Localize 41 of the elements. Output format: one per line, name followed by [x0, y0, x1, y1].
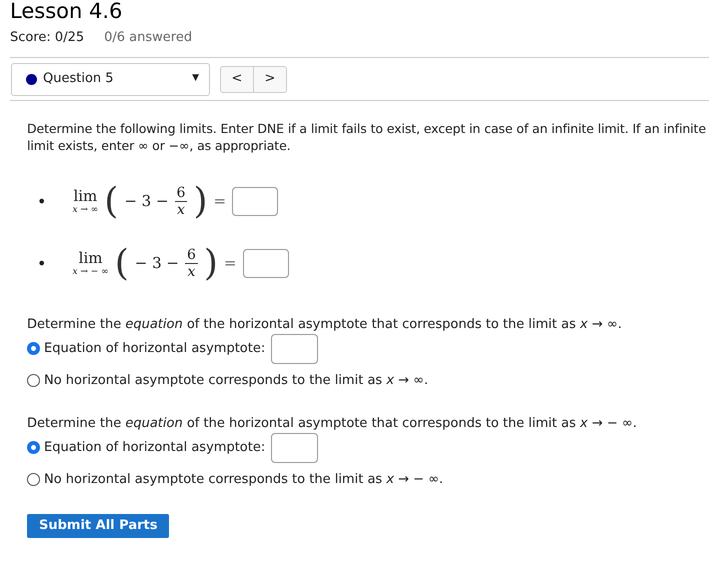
option-label: No horizontal asymptote corresponds to the limit as x → ∞. — [44, 372, 428, 388]
answered-count: 0/6 answered — [104, 29, 192, 47]
bullet: • — [37, 255, 46, 272]
lim-label: lim — [78, 250, 102, 266]
expression-text: − 3 − — [124, 193, 169, 210]
answer-field[interactable] — [271, 432, 318, 462]
submit-button[interactable]: Submit All Parts — [27, 514, 170, 538]
radio-button[interactable] — [27, 374, 40, 386]
equals-sign: = — [214, 193, 226, 210]
close-paren: ) — [204, 246, 218, 282]
option-label: Equation of horizontal asymptote: — [44, 439, 266, 456]
radio-button[interactable] — [27, 441, 40, 454]
expression-text: − 3 − — [134, 255, 179, 272]
radio-button[interactable] — [27, 342, 40, 355]
option-label: Equation of horizontal asymptote: — [44, 340, 266, 357]
option-label: No horizontal asymptote corresponds to the limit as x → − ∞. — [44, 470, 444, 488]
lim-subscript: x → ∞ — [72, 204, 98, 216]
lim-subscript: x → − ∞ — [72, 266, 109, 278]
open-paren: ( — [104, 184, 118, 220]
next-button[interactable]: > — [254, 66, 286, 92]
question-prompt: Determine the equation of the horizontal asymptote that corresponds to the limit as x → ∞. — [27, 316, 623, 332]
numerator: 6 — [174, 185, 188, 202]
denominator: x — [187, 264, 196, 280]
previous-button[interactable]: < — [221, 66, 254, 92]
answer-field[interactable] — [242, 249, 288, 278]
score-text: Score: 0/25 — [10, 29, 84, 47]
question-select[interactable]: Question 5 ▼ — [11, 62, 210, 96]
numerator: 6 — [184, 247, 198, 264]
question-prompt: Determine the equation of the horizontal asymptote that corresponds to the limit as x → − ∞. — [27, 414, 638, 432]
lim-label: lim — [73, 188, 98, 204]
denominator: x — [177, 202, 185, 218]
answer-field[interactable] — [271, 334, 318, 364]
lesson-title: Lesson 4.6 — [9, 0, 124, 22]
answer-field[interactable] — [232, 187, 278, 216]
open-paren: ( — [114, 246, 129, 282]
close-paren: ) — [193, 184, 208, 220]
equals-sign: = — [224, 255, 236, 272]
radio-button[interactable] — [27, 472, 40, 486]
bullet: • — [37, 193, 46, 210]
caret-icon: ▼ — [192, 72, 199, 86]
instructions-text: Determine the following limits. Enter DNE if a limit fails to exist, except in case of an infinite limit. If an infinite limit exists, enter ∞ or −∞, as appropriate. — [27, 120, 707, 154]
